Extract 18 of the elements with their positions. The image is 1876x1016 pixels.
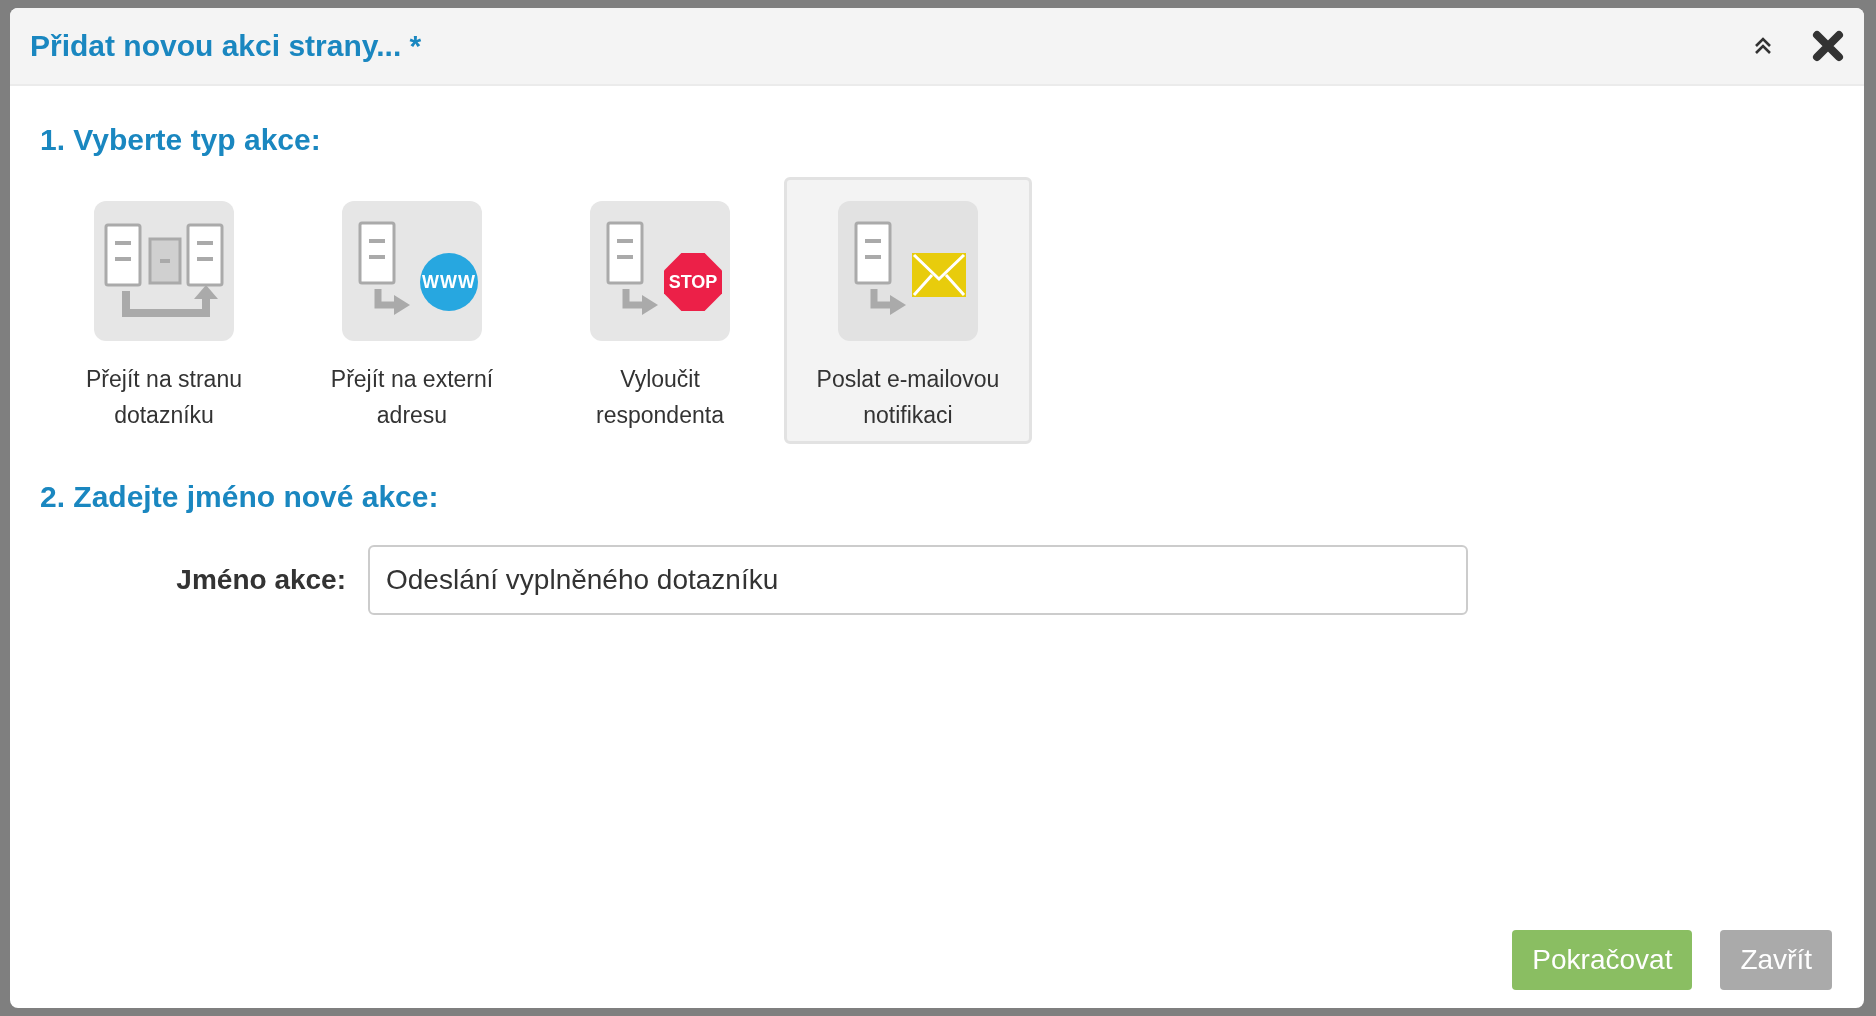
section-heading: 2. Zadejte jméno nové akce: xyxy=(40,479,440,515)
collapse-icon[interactable] xyxy=(1754,37,1772,55)
action-type-label: Poslat e-mailovou notifikaci xyxy=(815,365,1001,430)
action-type-tile[interactable]: Přejít na stranu dotazníku xyxy=(40,177,288,444)
action-type-label: Vyloučit respondenta xyxy=(595,365,725,430)
action-type-tile[interactable]: WWW Přejít na externí adresu xyxy=(288,177,536,444)
close-icon[interactable] xyxy=(1812,30,1844,62)
www-badge: WWW xyxy=(420,253,478,311)
stop-sign: STOP xyxy=(664,253,722,311)
section-heading: 1. Vyberte typ akce: xyxy=(40,122,322,158)
action-type-tile[interactable]: Poslat e-mailovou notifikaci xyxy=(784,177,1032,444)
action-type-label: Přejít na externí adresu xyxy=(329,365,495,430)
field-label: Jméno akce: xyxy=(175,564,347,596)
action-type-tile[interactable]: STOP Vyloučit respondenta xyxy=(536,177,784,444)
action-name-field[interactable]: Odeslání vyplněného dotazníku xyxy=(368,545,1468,615)
envelope-icon xyxy=(912,253,966,297)
dialog-title: Přidat novou akci strany... * xyxy=(30,29,423,63)
action-type-label: Přejít na stranu dotazníku xyxy=(85,365,243,430)
